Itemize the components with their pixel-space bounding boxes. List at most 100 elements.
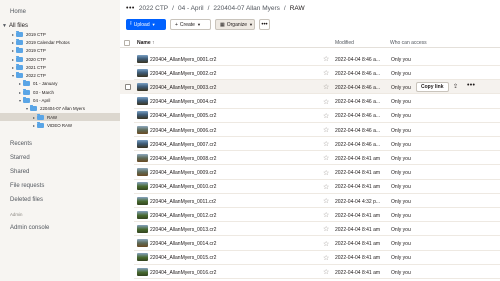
sidebar-folder-item[interactable]: ▸ 2020 CTP <box>0 55 120 63</box>
create-button[interactable]: + Create ▼ <box>170 19 211 30</box>
table-row[interactable]: 220404_AllanMyers_0006.cr2 ☆ 2022-04-04 8:… <box>120 123 500 137</box>
file-name[interactable]: 220404_AllanMyers_0003.cr2 <box>150 85 216 91</box>
breadcrumb: ••• 2022 CTP / 04 - April / 220404-07 Al… <box>126 5 305 12</box>
breadcrumb-item[interactable]: 2022 CTP <box>139 5 168 12</box>
star-icon[interactable]: ☆ <box>323 225 329 233</box>
folder-icon <box>16 63 23 70</box>
star-icon[interactable]: ☆ <box>323 211 329 219</box>
toolbar: ⭱ Upload ▼ + Create ▼ ▦ Organize ▼ ••• <box>126 19 270 30</box>
file-access: Only you <box>391 56 411 63</box>
file-name[interactable]: 220404_AllanMyers_0009.cr2 <box>150 170 216 176</box>
sidebar-folder-item[interactable]: ▾ 220404-07 Allan Myers <box>0 105 120 113</box>
nav-all-files[interactable]: ▼ All files <box>2 23 28 29</box>
nav-recents[interactable]: Recents <box>10 141 32 147</box>
select-all-checkbox[interactable] <box>124 40 130 46</box>
breadcrumb-item[interactable]: 04 - April <box>178 5 204 12</box>
nav-home[interactable]: Home <box>10 9 26 15</box>
star-icon[interactable]: ☆ <box>323 240 329 248</box>
sidebar-folder-item[interactable]: ▸ 2021 CTP <box>0 63 120 71</box>
toolbar-more-button[interactable]: ••• <box>259 19 270 30</box>
table-row[interactable]: 220404_AllanMyers_0004.cr2 ☆ 2022-04-04 8:… <box>120 95 500 109</box>
nav-starred[interactable]: Starred <box>10 155 30 161</box>
table-row[interactable]: 220404_AllanMyers_0008.cr2 ☆ 2022-04-04 8:… <box>120 151 500 166</box>
file-name[interactable]: 220404_AllanMyers_0004.cr2 <box>150 99 216 105</box>
table-row[interactable]: 220404_AllanMyers_0015.cr2 ☆ 2022-04-04 8:… <box>120 251 500 265</box>
chevron-down-icon[interactable]: ▼ <box>2 23 7 29</box>
breadcrumb-item[interactable]: 220404-07 Allan Myers <box>213 5 280 12</box>
table-row[interactable]: 220404_AllanMyers_0002.cr2 ☆ 2022-04-04 8:… <box>120 66 500 81</box>
star-icon[interactable]: ☆ <box>323 183 329 191</box>
file-thumbnail <box>137 139 148 148</box>
nav-admin-console[interactable]: Admin console <box>10 225 49 231</box>
table-row[interactable]: 220404_AllanMyers_0014.cr2 ☆ 2022-04-04 8:… <box>120 237 500 251</box>
column-name[interactable]: Name ↑ <box>137 40 155 46</box>
table-row[interactable]: 220404_AllanMyers_0012.cr2 ☆ 2022-04-04 8:… <box>120 208 500 223</box>
nav-shared[interactable]: Shared <box>10 169 29 175</box>
star-icon[interactable]: ☆ <box>323 69 329 77</box>
table-row[interactable]: 220404_AllanMyers_0007.cr2 ☆ 2022-04-04 8:… <box>120 137 500 152</box>
main-content: ••• 2022 CTP / 04 - April / 220404-07 Al… <box>120 0 500 281</box>
table-row[interactable]: 220404_AllanMyers_0003.cr2 ☆ 2022-04-04 8:… <box>120 80 500 95</box>
sidebar-folder-item[interactable]: ▸ 2019 CTP <box>0 47 120 55</box>
file-name[interactable]: 220404_AllanMyers_0015.cr2 <box>150 255 216 261</box>
star-icon[interactable]: ☆ <box>323 98 329 106</box>
share-icon[interactable]: ⇪ <box>453 83 458 90</box>
table-row[interactable]: 220404_AllanMyers_0011.cr2 ☆ 2022-04-04 4:… <box>120 194 500 208</box>
table-row[interactable]: 220404_AllanMyers_0010.cr2 ☆ 2022-04-04 8:… <box>120 180 500 194</box>
sidebar-folder-item[interactable]: ▸ 2019 CTP <box>0 30 120 38</box>
star-icon[interactable]: ☆ <box>323 197 329 205</box>
more-options-icon[interactable]: ••• <box>467 82 475 89</box>
table-row[interactable]: 220404_AllanMyers_0009.cr2 ☆ 2022-04-04 8:… <box>120 166 500 180</box>
sidebar-folder-item[interactable]: ▾ 2022 CTP <box>0 71 120 79</box>
nav-deleted-files[interactable]: Deleted files <box>10 197 43 203</box>
star-icon[interactable]: ☆ <box>323 268 329 276</box>
file-name[interactable]: 220404_AllanMyers_0012.cr2 <box>150 213 216 219</box>
table-row[interactable]: 220404_AllanMyers_0016.cr2 ☆ 2022-04-04 8:… <box>120 265 500 279</box>
column-who-can-access[interactable]: Who can access <box>390 40 427 46</box>
file-name[interactable]: 220404_AllanMyers_0014.cr2 <box>150 241 216 247</box>
file-thumbnail <box>137 97 148 106</box>
folder-label: 2022 CTP <box>26 73 46 79</box>
file-thumbnail <box>137 153 148 162</box>
star-icon[interactable]: ☆ <box>323 154 329 162</box>
star-icon[interactable]: ☆ <box>323 112 329 120</box>
table-row[interactable]: 220404_AllanMyers_0005.cr2 ☆ 2022-04-04 8:… <box>120 109 500 123</box>
file-name[interactable]: 220404_AllanMyers_0008.cr2 <box>150 156 216 162</box>
file-name[interactable]: 220404_AllanMyers_0002.cr2 <box>150 71 216 77</box>
sidebar-folder-item[interactable]: ▾ 04 - April <box>0 96 120 104</box>
star-icon[interactable]: ☆ <box>323 55 329 63</box>
sidebar-folder-item[interactable]: ▸ VIDEO RAW <box>0 121 120 129</box>
file-name[interactable]: 220404_AllanMyers_0007.cr2 <box>150 142 216 148</box>
file-modified: 2022-04-04 8:46 a... <box>335 84 381 91</box>
table-row[interactable]: 220404_AllanMyers_0013.cr2 ☆ 2022-04-04 8:… <box>120 222 500 237</box>
file-modified: 2022-04-04 8:46 a... <box>335 56 381 63</box>
file-name[interactable]: 220404_AllanMyers_0006.cr2 <box>150 128 216 134</box>
breadcrumb-more-icon[interactable]: ••• <box>126 5 135 12</box>
file-name[interactable]: 220404_AllanMyers_0010.cr2 <box>150 184 216 190</box>
upload-button[interactable]: ⭱ Upload ▼ <box>126 19 166 30</box>
organize-button[interactable]: ▦ Organize ▼ <box>215 19 255 30</box>
star-icon[interactable]: ☆ <box>323 140 329 148</box>
file-name[interactable]: 220404_AllanMyers_0016.cr2 <box>150 270 216 276</box>
file-name[interactable]: 220404_AllanMyers_0001.cr2 <box>150 57 216 63</box>
plus-icon: + <box>175 21 178 28</box>
star-icon[interactable]: ☆ <box>323 169 329 177</box>
folder-icon <box>16 55 23 62</box>
copy-link-button[interactable]: Copy link <box>416 82 449 93</box>
table-row[interactable]: 220404_AllanMyers_0001.cr2 ☆ 2022-04-04 8:… <box>120 52 500 66</box>
column-modified[interactable]: Modified <box>335 40 354 46</box>
sidebar-folder-item[interactable]: ▸ 03 - March <box>0 88 120 96</box>
nav-file-requests[interactable]: File requests <box>10 183 44 189</box>
sidebar-folder-item[interactable]: ▸ 01 - January <box>0 80 120 88</box>
row-checkbox[interactable] <box>125 84 131 91</box>
file-name[interactable]: 220404_AllanMyers_0011.cr2 <box>150 199 216 205</box>
file-modified: 2022-04-04 8:46 a... <box>335 99 381 106</box>
star-icon[interactable]: ☆ <box>323 254 329 262</box>
file-access: Only you <box>391 241 411 248</box>
file-name[interactable]: 220404_AllanMyers_0013.cr2 <box>150 227 216 233</box>
sidebar-folder-item[interactable]: ▸ 2019 Calendar Photos <box>0 38 120 46</box>
sidebar-folder-item[interactable]: ▸ RAW <box>0 112 120 122</box>
file-name[interactable]: 220404_AllanMyers_0005.cr2 <box>150 113 216 119</box>
star-icon[interactable]: ☆ <box>323 126 329 134</box>
star-icon[interactable]: ☆ <box>323 83 329 91</box>
